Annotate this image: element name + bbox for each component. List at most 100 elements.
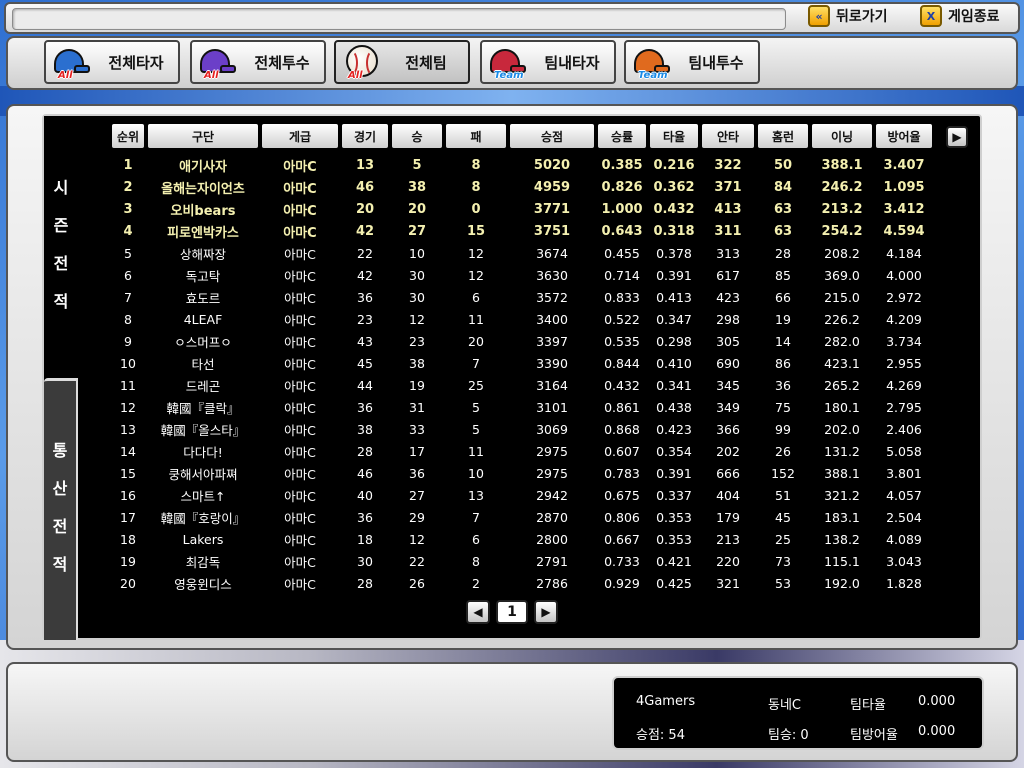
table-cell: 321	[716, 575, 740, 591]
table-row[interactable]: 18 Lakers 아마C 18 12 6 2800 0.667 0.353 213 25 138.2…	[112, 528, 932, 550]
table-cell: 6	[124, 267, 132, 283]
column-header[interactable]: 경기	[342, 124, 388, 148]
table-cell: 4	[123, 223, 133, 239]
table-cell: 7	[472, 355, 480, 371]
table-cell: 피로엔박카스	[167, 225, 239, 241]
scroll-columns-right-button[interactable]: ▶	[946, 126, 968, 148]
team-era-value: 0.000	[918, 724, 956, 739]
table-cell: 226.2	[824, 311, 860, 327]
exit-game-button[interactable]: X 게임종료	[920, 4, 1000, 28]
table-cell: 26	[409, 575, 425, 591]
table-cell: 23	[409, 333, 425, 349]
tab-5[interactable]: Team 팀내투수	[624, 40, 760, 84]
table-cell: 254.2	[821, 223, 863, 239]
column-header[interactable]: 안타	[702, 124, 754, 148]
table-cell: 3630	[536, 267, 568, 283]
table-cell: 86	[775, 355, 791, 371]
column-header[interactable]: 홈런	[758, 124, 808, 148]
table-cell: 345	[716, 377, 740, 393]
table-row[interactable]: 11 드레곤 아마C 44 19 25 3164 0.432 0.341 345 36 265.2 4.…	[112, 374, 932, 396]
table-cell: 2.972	[886, 289, 922, 305]
close-icon: X	[920, 5, 942, 27]
table-cell: 17	[409, 443, 425, 459]
tab-season-record[interactable]: 시 즌 전 적	[44, 116, 78, 376]
table-cell: 8	[471, 157, 481, 173]
table-row[interactable]: 4 피로엔박카스 아마C 42 27 15 3751 0.643 0.318 311 63 254.2…	[112, 220, 932, 242]
table-cell: 0.522	[604, 311, 640, 327]
table-row[interactable]: 8 4LEAF 아마C 23 12 11 3400 0.522 0.347 298 19 226.2 4…	[112, 308, 932, 330]
column-header[interactable]: 패	[446, 124, 506, 148]
table-row[interactable]: 3 오비bears 아마C 20 20 0 3771 1.000 0.432 413 63 213.2…	[112, 198, 932, 220]
back-button[interactable]: « 뒤로가기	[808, 4, 888, 28]
table-cell: 0.216	[653, 157, 695, 173]
table-cell: 73	[775, 553, 791, 569]
table-cell: 0.844	[604, 355, 640, 371]
table-cell: 45	[775, 509, 791, 525]
table-cell: 아마C	[284, 444, 316, 460]
table-row[interactable]: 20 영웅윈디스 아마C 28 26 2 2786 0.929 0.425 321 53 192.0 1…	[112, 572, 932, 594]
table-cell: 16	[120, 487, 136, 503]
table-cell: 202	[716, 443, 740, 459]
total-tab-char: 전	[52, 517, 68, 536]
tab-3[interactable]: All 전체팀	[334, 40, 470, 84]
team-batting-label: 팀타율	[850, 698, 886, 713]
table-row[interactable]: 12 韓國『클락』 아마C 36 31 5 3101 0.861 0.438 349 75 180.1…	[112, 396, 932, 418]
table-cell: 3400	[536, 311, 568, 327]
table-row[interactable]: 19 최감독 아마C 30 22 8 2791 0.733 0.421 220 73 115.1 3.0…	[112, 550, 932, 572]
table-cell: 0.353	[656, 531, 692, 547]
table-cell: 드레곤	[185, 378, 221, 394]
table-row[interactable]: 13 韓國『올스타』 아마C 38 33 5 3069 0.868 0.423 366 99 202.…	[112, 418, 932, 440]
table-row[interactable]: 9 ㅇ스머프ㅇ 아마C 43 23 20 3397 0.535 0.298 305 14 282.0 3…	[112, 330, 932, 352]
table-cell: 0.378	[656, 245, 692, 261]
table-row[interactable]: 7 효도르 아마C 36 30 6 3572 0.833 0.413 423 66 215.0 2.97…	[112, 286, 932, 308]
tab-badge: All	[348, 70, 363, 81]
table-cell: 韓國『올스타』	[160, 422, 246, 438]
column-header[interactable]: 타율	[650, 124, 698, 148]
table-row[interactable]: 10 타선 아마C 45 38 7 3390 0.844 0.410 690 86 423.1 2.95…	[112, 352, 932, 374]
table-cell: 아마C	[284, 312, 316, 328]
tab-total-record[interactable]: 통 산 전 적	[44, 378, 78, 640]
column-header[interactable]: 순위	[112, 124, 144, 148]
table-cell: 1.828	[886, 575, 922, 591]
column-header[interactable]: 게급	[262, 124, 338, 148]
next-page-button[interactable]: ▶	[534, 600, 558, 624]
prev-page-button[interactable]: ◀	[466, 600, 490, 624]
table-cell: 2870	[536, 509, 568, 525]
table-cell: 1.095	[883, 179, 925, 195]
table-cell: 12	[120, 399, 136, 415]
table-cell: 올해는자이언츠	[161, 181, 245, 197]
tab-4[interactable]: Team 팀내타자	[480, 40, 616, 84]
table-cell: 아마C	[284, 246, 316, 262]
table-cell: 아마C	[284, 554, 316, 570]
column-header[interactable]: 승	[392, 124, 442, 148]
table-row[interactable]: 15 쿵해서아파쪄 아마C 46 36 10 2975 0.783 0.391 666 152 388…	[112, 462, 932, 484]
column-header[interactable]: 승률	[598, 124, 646, 148]
table-cell: 상해짜장	[179, 246, 226, 262]
table-row[interactable]: 17 韓國『호랑이』 아마C 36 29 7 2870 0.806 0.353 179 45 183.…	[112, 506, 932, 528]
column-header[interactable]: 승점	[510, 124, 594, 148]
table-row[interactable]: 14 다다다! 아마C 28 17 11 2975 0.607 0.354 202 26 131.2 5…	[112, 440, 932, 462]
column-header[interactable]: 구단	[148, 124, 258, 148]
table-row[interactable]: 5 상해짜장 아마C 22 10 12 3674 0.455 0.378 313 28 208.2 4.…	[112, 242, 932, 264]
table-row[interactable]: 6 독고탁 아마C 42 30 12 3630 0.714 0.391 617 85 369.0 4.0…	[112, 264, 932, 286]
table-cell: 20	[120, 575, 136, 591]
table-cell: 4.269	[886, 377, 922, 393]
table-cell: 3572	[536, 289, 568, 305]
table-cell: 아마C	[284, 356, 316, 372]
tab-2[interactable]: All 전체투수	[190, 40, 326, 84]
table-header-row: 순위 구단 게급 경기 승 패 승점 승률 타율 안타 홈런 이닝 방어율	[112, 124, 932, 148]
table-row[interactable]: 1 애기사자 아마C 13 5 8 5020 0.385 0.216 322 50 388.1 3.40…	[112, 148, 932, 176]
table-row[interactable]: 16 스마트↑ 아마C 40 27 13 2942 0.675 0.337 404 51 321.2 4…	[112, 484, 932, 506]
helmet-icon: Team	[630, 43, 674, 81]
table-cell: 타선	[191, 356, 215, 372]
table-cell: 0.410	[656, 355, 692, 371]
tab-1[interactable]: All 전체타자	[44, 40, 180, 84]
table-cell: 아마C	[284, 576, 316, 592]
table-cell: 38	[357, 421, 373, 437]
column-header[interactable]: 방어율	[876, 124, 932, 148]
total-tab-char: 통	[52, 441, 68, 460]
table-row[interactable]: 2 올해는자이언츠 아마C 46 38 8 4959 0.826 0.362 371 84 246.2…	[112, 176, 932, 198]
team-grade: 동네C	[768, 698, 801, 713]
column-header[interactable]: 이닝	[812, 124, 872, 148]
table-cell: 180.1	[824, 399, 860, 415]
